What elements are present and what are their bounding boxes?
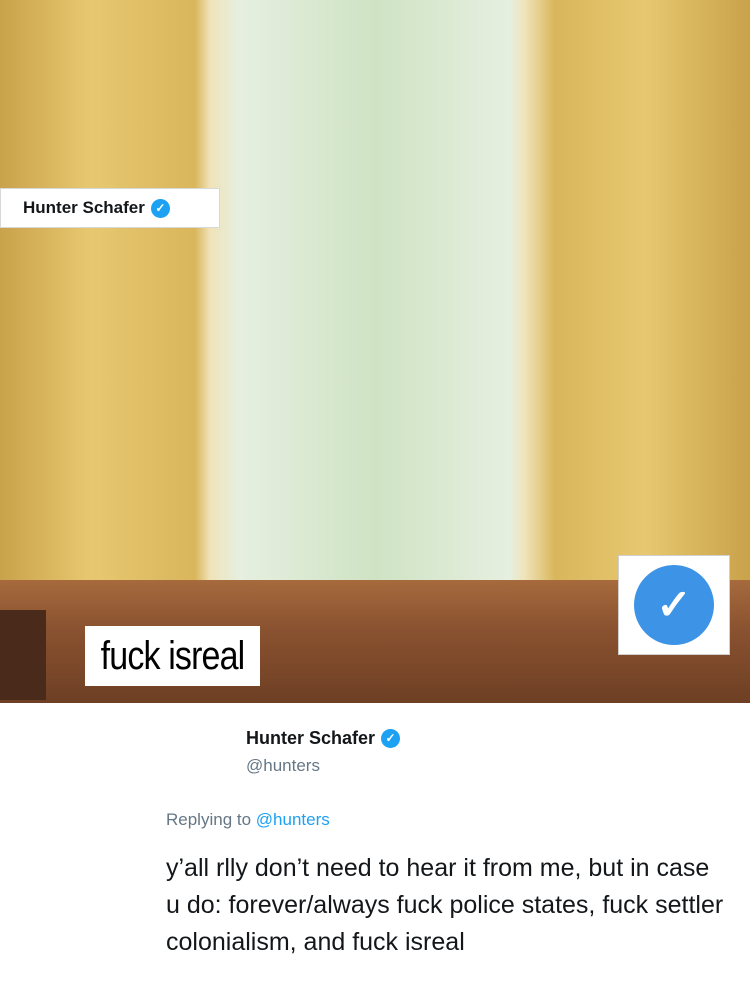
tweet-text: y’all rlly don’t need to hear it from me… [166, 854, 724, 956]
replying-prefix: Replying to [166, 810, 252, 829]
meme-photo: Hunter Schafer ✓ ✓ fuck isreal [0, 0, 750, 703]
verified-icon: ✓ [150, 198, 170, 218]
tweet-author[interactable]: Hunter Schafer ✓ [246, 728, 401, 749]
verified-badge-overlay: ✓ [618, 555, 730, 655]
verified-icon: ✓ [381, 729, 401, 748]
replying-mention[interactable]: @hunters [256, 810, 330, 829]
desk-object [0, 610, 46, 700]
tweet-author-name: Hunter Schafer [246, 728, 376, 748]
caption-overlay: fuck isreal [85, 626, 260, 686]
name-overlay: Hunter Schafer ✓ [0, 188, 220, 228]
verified-large-icon: ✓ [634, 565, 714, 645]
replying-to: Replying to @hunters [166, 810, 330, 830]
caption-overlay-text: fuck isreal [100, 633, 246, 678]
name-overlay-label: Hunter Schafer [23, 198, 145, 217]
tweet-handle[interactable]: @hunters [246, 756, 320, 776]
